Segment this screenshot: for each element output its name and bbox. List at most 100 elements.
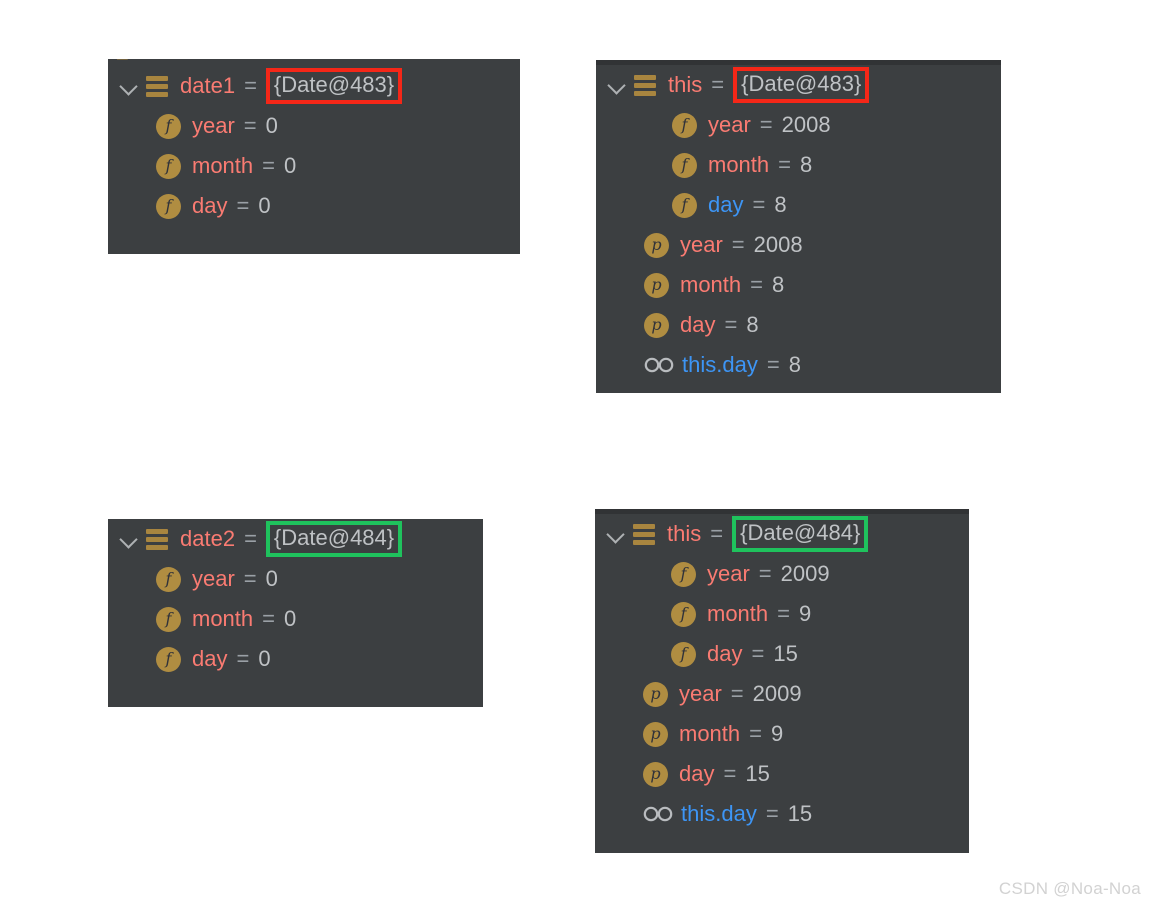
variable-row[interactable]: p month = 9 bbox=[595, 714, 969, 754]
object-icon bbox=[146, 75, 168, 97]
debugger-panel: this = {Date@484} f year = 2009 f month = 9 f day = 15… bbox=[595, 509, 969, 853]
variable-row[interactable]: p day = 8 bbox=[596, 305, 1001, 345]
equals-sign: = bbox=[777, 601, 791, 626]
variable-name: month bbox=[192, 606, 254, 631]
variable-row[interactable]: f year = 2008 bbox=[596, 105, 1001, 145]
variable-row[interactable]: f year = 2009 bbox=[595, 554, 969, 594]
watch-glasses-icon bbox=[643, 803, 673, 825]
chevron-down-icon[interactable] bbox=[603, 521, 629, 547]
variable-value: 0 bbox=[258, 193, 271, 218]
variable-value: 0 bbox=[265, 566, 278, 591]
variable-row[interactable]: f day = 0 bbox=[108, 186, 520, 226]
field-badge-f-icon: f bbox=[156, 153, 181, 179]
variable-name: year bbox=[679, 681, 722, 706]
equals-sign: = bbox=[751, 641, 765, 666]
field-badge-f-icon: f bbox=[671, 641, 696, 667]
equals-sign: = bbox=[262, 153, 276, 178]
clipped-row: ≡••••••••• bbox=[108, 59, 520, 66]
variable-value: 0 bbox=[265, 113, 278, 138]
equals-sign: = bbox=[752, 192, 766, 217]
variable-row[interactable]: f day = 8 bbox=[596, 185, 1001, 225]
param-badge-p-icon: p bbox=[643, 721, 668, 747]
equals-sign: = bbox=[244, 526, 257, 551]
variable-value: 8 bbox=[788, 352, 801, 377]
variable-value-highlighted: {Date@483} bbox=[265, 68, 403, 104]
equals-sign: = bbox=[244, 73, 257, 98]
variable-value: 2009 bbox=[752, 681, 802, 706]
equals-sign: = bbox=[723, 761, 737, 786]
param-badge-p-icon: p bbox=[643, 761, 668, 787]
variable-name: month bbox=[192, 153, 254, 178]
variable-name: month bbox=[680, 272, 742, 297]
variable-value: 2008 bbox=[781, 112, 831, 137]
variable-value: 0 bbox=[284, 606, 297, 631]
variable-name: year bbox=[707, 561, 750, 586]
variable-value: 2008 bbox=[753, 232, 803, 257]
variable-row[interactable]: date2 = {Date@484} bbox=[108, 519, 483, 559]
variable-name: year bbox=[192, 113, 235, 138]
variable-row[interactable]: this.day = 15 bbox=[595, 794, 969, 834]
variable-row[interactable]: date1 = {Date@483} bbox=[108, 66, 520, 106]
variable-row[interactable]: this.day = 8 bbox=[596, 345, 1001, 385]
variable-row[interactable]: p year = 2008 bbox=[596, 225, 1001, 265]
variable-value: 0 bbox=[258, 646, 271, 671]
equals-sign: = bbox=[711, 72, 725, 97]
variable-name: month bbox=[707, 601, 769, 626]
object-icon bbox=[633, 523, 655, 545]
chevron-down-icon[interactable] bbox=[604, 72, 630, 98]
variable-name: year bbox=[708, 112, 751, 137]
field-badge-f-icon: f bbox=[156, 113, 181, 139]
equals-sign: = bbox=[236, 646, 250, 671]
variable-row[interactable]: f day = 0 bbox=[108, 639, 483, 679]
variable-row[interactable]: p year = 2009 bbox=[595, 674, 969, 714]
variable-row[interactable]: f day = 15 bbox=[595, 634, 969, 674]
variable-row[interactable]: p month = 8 bbox=[596, 265, 1001, 305]
variable-name: this.day bbox=[682, 352, 758, 377]
field-badge-f-icon: f bbox=[156, 566, 181, 592]
field-badge-f-icon: f bbox=[671, 561, 696, 587]
variable-name: month bbox=[708, 152, 770, 177]
variable-value: 2009 bbox=[780, 561, 830, 586]
variable-name: this.day bbox=[681, 801, 757, 826]
variable-row[interactable]: f month = 8 bbox=[596, 145, 1001, 185]
variable-value: 8 bbox=[774, 192, 787, 217]
variable-row[interactable]: this = {Date@484} bbox=[595, 514, 969, 554]
variable-name: month bbox=[679, 721, 741, 746]
variable-row[interactable]: this = {Date@483} bbox=[596, 65, 1001, 105]
equals-sign: = bbox=[730, 681, 744, 706]
equals-sign: = bbox=[759, 112, 773, 137]
chevron-down-icon[interactable] bbox=[116, 526, 142, 552]
equals-sign: = bbox=[731, 232, 745, 257]
equals-sign: = bbox=[710, 521, 724, 546]
variable-value: 8 bbox=[800, 152, 813, 177]
variable-value: 9 bbox=[799, 601, 812, 626]
field-badge-f-icon: f bbox=[156, 193, 181, 219]
variable-value-highlighted: {Date@484} bbox=[265, 521, 403, 557]
object-icon bbox=[146, 528, 168, 550]
param-badge-p-icon: p bbox=[644, 232, 669, 258]
variable-name: year bbox=[192, 566, 235, 591]
field-badge-f-icon: f bbox=[672, 192, 697, 218]
variable-name: day bbox=[192, 193, 228, 218]
variable-row[interactable]: f month = 9 bbox=[595, 594, 969, 634]
variable-row[interactable]: f month = 0 bbox=[108, 146, 520, 186]
field-badge-f-icon: f bbox=[672, 152, 697, 178]
equals-sign: = bbox=[758, 561, 772, 586]
field-badge-f-icon: f bbox=[671, 601, 696, 627]
csdn-watermark: CSDN @Noa-Noa bbox=[998, 879, 1141, 898]
variable-name: date1 bbox=[180, 73, 236, 98]
variable-row[interactable]: f month = 0 bbox=[108, 599, 483, 639]
variable-row[interactable]: f year = 0 bbox=[108, 559, 483, 599]
debugger-panel: this = {Date@483} f year = 2008 f month = 8 f day = 8 p… bbox=[596, 60, 1001, 393]
variable-value: 9 bbox=[771, 721, 784, 746]
chevron-down-icon[interactable] bbox=[116, 73, 142, 99]
equals-sign: = bbox=[766, 352, 780, 377]
variable-row[interactable]: f year = 0 bbox=[108, 106, 520, 146]
variable-name: day bbox=[679, 761, 715, 786]
variable-name: day bbox=[680, 312, 716, 337]
param-badge-p-icon: p bbox=[644, 272, 669, 298]
equals-sign: = bbox=[749, 721, 763, 746]
field-badge-f-icon: f bbox=[156, 646, 181, 672]
variable-row[interactable]: p day = 15 bbox=[595, 754, 969, 794]
equals-sign: = bbox=[236, 193, 250, 218]
